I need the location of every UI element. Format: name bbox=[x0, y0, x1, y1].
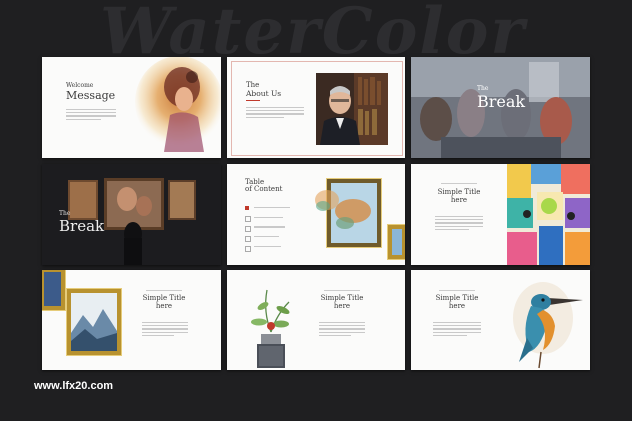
text-panel: Simple Title here bbox=[411, 164, 507, 265]
slide-title-line1: Simple Title bbox=[142, 294, 186, 302]
slide-thumbnail-table-of-content[interactable]: Table of Content bbox=[227, 164, 405, 265]
potted-plant-illustration bbox=[251, 289, 290, 368]
slide-title-line1: Simple Title bbox=[320, 294, 364, 302]
mountain-painting bbox=[71, 293, 117, 351]
body-text-lines bbox=[435, 216, 483, 232]
slide-title-small: The bbox=[477, 85, 489, 92]
accent-line bbox=[324, 290, 360, 291]
slide-thumbnail-break-photo[interactable]: The Break bbox=[411, 57, 590, 158]
body-text-lines bbox=[142, 322, 188, 338]
watercolor-portrait-image bbox=[135, 57, 221, 152]
slide-title-small: The bbox=[59, 210, 71, 217]
toc-item-marker bbox=[245, 236, 251, 242]
body-text-lines bbox=[246, 107, 304, 120]
slide-title-large: of Content bbox=[245, 185, 283, 193]
slide-thumbnail-simple-title-3[interactable]: Simple Title here bbox=[227, 270, 405, 370]
man-portrait-photo bbox=[316, 73, 388, 145]
slide-title-line1: Simple Title bbox=[435, 294, 479, 302]
accent-line bbox=[439, 290, 475, 291]
background-title: WaterColor bbox=[100, 0, 527, 69]
slide-title-line2: here bbox=[333, 302, 351, 310]
body-text-lines bbox=[66, 109, 116, 122]
slide-title-line2: here bbox=[155, 302, 173, 310]
slide-thumbnail-simple-title-2[interactable]: Simple Title here bbox=[42, 270, 221, 370]
slide-title-line2: here bbox=[450, 196, 468, 204]
toc-item-marker bbox=[245, 226, 251, 232]
slide-thumbnail-welcome[interactable]: Welcome Message bbox=[42, 57, 221, 158]
slide-title-line1: Simple Title bbox=[437, 188, 481, 196]
toc-item-marker-active bbox=[245, 206, 249, 210]
slide-title-large: Break bbox=[59, 217, 105, 235]
toc-item-marker bbox=[245, 216, 251, 222]
body-text-lines bbox=[319, 322, 365, 338]
slide-thumbnail-simple-title-1[interactable]: Simple Title here bbox=[411, 164, 590, 265]
slide-title-large: About Us bbox=[246, 89, 282, 98]
kingfisher-watercolor-illustration bbox=[513, 282, 583, 369]
small-frame bbox=[388, 225, 405, 259]
watercolor-splash bbox=[315, 190, 339, 211]
accent-line bbox=[246, 100, 260, 101]
toc-item-lines bbox=[254, 207, 290, 249]
accent-line bbox=[146, 290, 182, 291]
toc-item-marker bbox=[245, 246, 251, 252]
accent-line bbox=[441, 183, 477, 184]
colorful-teamwork-photo bbox=[507, 164, 590, 265]
slide-thumbnail-about-us[interactable]: The About Us bbox=[227, 57, 405, 158]
body-text-lines bbox=[433, 322, 481, 338]
slide-thumbnail-simple-title-4[interactable]: Simple Title here bbox=[411, 270, 590, 370]
slide-thumbnail-break-gallery[interactable]: The Break bbox=[42, 164, 221, 265]
small-frame bbox=[42, 270, 65, 310]
painting-frame bbox=[67, 289, 121, 355]
site-watermark: www.lfx20.com bbox=[34, 380, 114, 392]
slide-title-small: The bbox=[246, 81, 260, 89]
slide-title-line2: here bbox=[448, 302, 466, 310]
slide-title-large: Message bbox=[66, 89, 116, 102]
slide-title-large: Break bbox=[477, 92, 526, 111]
